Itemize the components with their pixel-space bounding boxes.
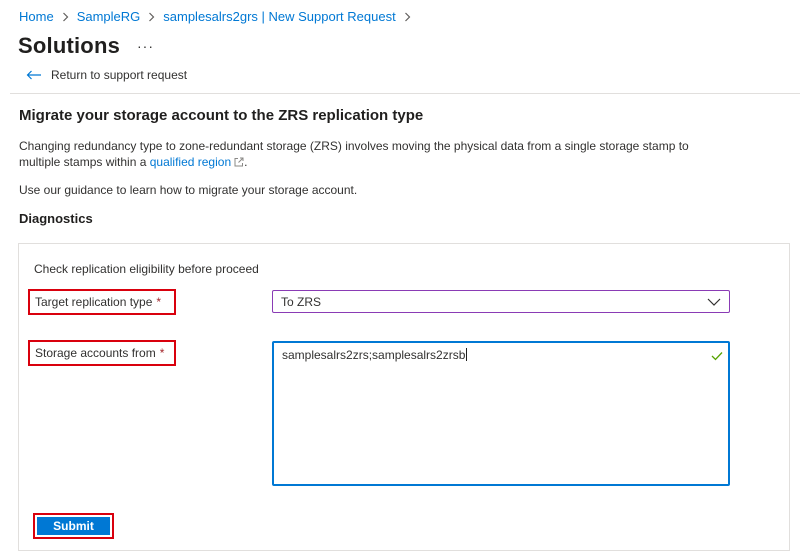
qualified-region-link[interactable]: qualified region	[150, 155, 231, 169]
storage-accounts-value-text: samplesalrs2zrs;samplesalrs2zrsb	[282, 348, 466, 362]
chevron-down-icon	[707, 296, 721, 310]
storage-accounts-textarea[interactable]: samplesalrs2zrs;samplesalrs2zrsb	[272, 341, 730, 486]
return-to-support-request-link[interactable]: Return to support request	[26, 68, 187, 82]
chevron-right-icon	[62, 12, 69, 22]
storage-accounts-from-label: Storage accounts from *	[28, 340, 176, 366]
return-link-label: Return to support request	[51, 68, 188, 82]
required-marker: *	[156, 295, 162, 309]
checkmark-icon	[711, 348, 723, 366]
breadcrumb: Home SampleRG samplesalrs2grs | New Supp…	[19, 9, 419, 24]
target-replication-type-dropdown[interactable]: To ZRS	[272, 290, 730, 313]
solution-description-text: Changing redundancy type to zone-redunda…	[19, 139, 689, 169]
arrow-left-icon	[26, 70, 42, 80]
page-title: Solutions	[18, 33, 121, 58]
solution-heading: Migrate your storage account to the ZRS …	[19, 107, 424, 124]
solution-description: Changing redundancy type to zone-redunda…	[19, 139, 689, 171]
target-replication-type-label-text: Target replication type	[35, 295, 153, 309]
chevron-right-icon	[148, 12, 155, 22]
header-divider	[10, 93, 800, 94]
submit-highlight: Submit	[33, 513, 114, 539]
breadcrumb-support-request[interactable]: samplesalrs2grs | New Support Request	[163, 9, 395, 24]
text-cursor	[466, 348, 468, 361]
required-marker: *	[159, 346, 165, 360]
breadcrumb-resource-group[interactable]: SampleRG	[77, 9, 141, 24]
more-options-button[interactable]: ···	[137, 38, 154, 54]
storage-accounts-from-label-text: Storage accounts from	[35, 346, 156, 360]
external-link-icon	[234, 155, 244, 171]
breadcrumb-home[interactable]: Home	[19, 9, 54, 24]
chevron-right-icon	[404, 12, 411, 22]
target-replication-type-label: Target replication type *	[28, 289, 176, 315]
diagnostics-heading: Diagnostics	[19, 211, 93, 226]
check-eligibility-label: Check replication eligibility before pro…	[34, 262, 259, 276]
submit-button[interactable]: Submit	[37, 517, 110, 535]
target-replication-type-value: To ZRS	[281, 294, 322, 309]
guidance-text: Use our guidance to learn how to migrate…	[19, 183, 358, 197]
storage-accounts-value: samplesalrs2zrs;samplesalrs2zrsb	[282, 348, 468, 362]
